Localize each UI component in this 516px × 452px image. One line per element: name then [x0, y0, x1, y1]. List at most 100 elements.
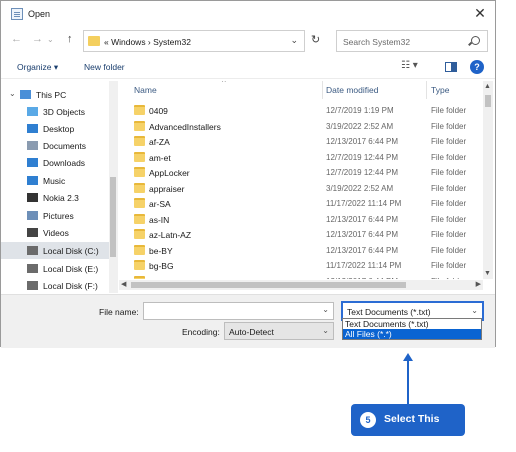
new-folder-button[interactable]: New folder — [84, 62, 125, 72]
scroll-up-icon[interactable]: ▲ — [484, 83, 491, 90]
folder-icon — [134, 229, 145, 239]
computer-icon — [20, 90, 31, 99]
navigation-bar: ← → ⌄ ↑ « Windows › System32 ⌄ ↻ Search … — [1, 28, 495, 56]
sidebar-item[interactable]: ⌄ This PC — [1, 86, 109, 103]
breadcrumb[interactable]: « Windows › System32 — [104, 37, 191, 47]
file-name-input[interactable]: ⌄ — [143, 302, 334, 320]
encoding-select[interactable]: Auto-Detect ⌄ — [224, 322, 334, 340]
chevron-down-icon[interactable]: ⌄ — [471, 306, 478, 315]
sort-ascending-icon: ^ — [222, 81, 226, 87]
step-number-badge: 5 — [360, 412, 376, 428]
preview-pane-icon[interactable] — [445, 62, 457, 72]
folder-icon — [88, 36, 100, 46]
file-type: File folder — [431, 152, 467, 162]
pictures-icon — [27, 211, 38, 220]
chevron-down-icon[interactable]: ⌄ — [322, 305, 329, 314]
file-date: 11/17/2022 11:14 PM — [326, 199, 402, 208]
file-name-label: File name: — [99, 307, 139, 317]
scroll-left-icon[interactable]: ◀ — [121, 280, 126, 288]
file-date: 12/7/2019 12:44 PM — [326, 168, 399, 177]
file-row[interactable]: AppLocker 12/7/2019 12:44 PM File folder — [119, 165, 483, 181]
back-icon[interactable]: ← — [11, 33, 22, 45]
folder-icon — [134, 120, 145, 131]
view-options-icon[interactable]: ☷ ▾ — [401, 60, 418, 71]
file-list-horizontal-scrollbar[interactable]: ◀ ▶ — [119, 280, 483, 290]
vertical-scroll-thumb[interactable] — [485, 95, 491, 107]
file-date: 12/13/2017 6:44 PM — [326, 230, 399, 239]
drive-icon — [27, 246, 38, 255]
close-button[interactable]: ✕ — [469, 3, 491, 23]
sidebar-item-label: 3D Objects — [43, 107, 86, 117]
sidebar-item[interactable]: Local Disk (E:) — [1, 260, 109, 277]
folder-icon — [134, 260, 145, 270]
column-header-date[interactable]: Date modified — [326, 81, 378, 99]
sidebar-item[interactable]: 3D Objects — [1, 103, 109, 120]
file-row[interactable]: bg-BG 11/17/2022 11:14 PM File folder — [119, 258, 483, 274]
file-type: File folder — [431, 137, 467, 146]
scroll-down-icon[interactable]: ▼ — [484, 270, 491, 277]
sidebar-item[interactable]: Nokia 2.3 — [1, 189, 109, 206]
address-bar[interactable]: « Windows › System32 ⌄ — [83, 30, 305, 52]
file-row[interactable]: AdvancedInstallers 3/19/2022 2:52 AM File … — [119, 119, 483, 135]
recent-dropdown-icon[interactable]: ⌄ — [47, 35, 54, 44]
file-row[interactable]: af-ZA 12/13/2017 6:44 PM File folder — [119, 134, 483, 150]
file-list: Name ^ Date modified Type 0409 12/7/2019 … — [119, 81, 483, 279]
up-icon[interactable]: ↑ — [67, 33, 73, 45]
sidebar-item[interactable]: Local Disk (F:) — [1, 277, 109, 294]
file-row[interactable]: am-et 12/7/2019 12:44 PM File folder — [119, 150, 483, 166]
chevron-down-icon[interactable]: ⌄ — [9, 89, 16, 98]
sidebar-item[interactable]: Pictures — [1, 207, 109, 224]
folder-icon — [134, 213, 145, 224]
column-divider[interactable] — [322, 81, 323, 99]
file-row[interactable]: ar-SA 11/17/2022 11:14 PM File folder — [119, 196, 483, 212]
file-name: af-ZA — [149, 137, 170, 147]
navigation-pane: ⌄ This PC 3D Objects Desktop Documents Downlo… — [1, 81, 109, 293]
search-icon[interactable] — [471, 36, 480, 45]
search-input[interactable]: Search System32 — [336, 30, 488, 52]
file-date: 3/19/2022 2:52 AM — [326, 121, 394, 131]
horizontal-scroll-thumb[interactable] — [131, 282, 406, 288]
refresh-icon[interactable]: ↻ — [311, 33, 320, 46]
organize-button[interactable]: Organize ▾ — [17, 62, 58, 73]
file-date: 12/13/2017 6:44 PM — [326, 245, 399, 255]
file-type-option-all-files[interactable]: All Files (*.*) — [343, 329, 481, 339]
sidebar-item[interactable]: Local Disk (C:) — [1, 242, 109, 259]
search-placeholder: Search System32 — [343, 37, 411, 47]
chevron-down-icon[interactable]: ⌄ — [290, 35, 298, 46]
file-type: File folder — [431, 230, 467, 239]
file-row[interactable]: az-Latn-AZ 12/13/2017 6:44 PM File folder — [119, 227, 483, 243]
file-type: File folder — [431, 199, 467, 208]
callout-text: Select This — [384, 413, 440, 425]
file-row[interactable]: as-IN 12/13/2017 6:44 PM File folder — [119, 212, 483, 228]
arrow-shaft — [407, 359, 409, 405]
sidebar-item[interactable]: Music — [1, 172, 109, 189]
sidebar-item[interactable]: Desktop — [1, 120, 109, 137]
file-row[interactable]: 0409 12/7/2019 1:19 PM File folder — [119, 103, 483, 119]
help-icon[interactable]: ? — [470, 60, 484, 74]
file-type-value: Text Documents (*.txt) — [347, 307, 431, 317]
column-header-type[interactable]: Type — [431, 81, 449, 99]
chevron-down-icon[interactable]: ⌄ — [322, 326, 329, 335]
document-icon — [27, 141, 38, 150]
file-row[interactable]: appraiser 3/19/2022 2:52 AM File folder — [119, 181, 483, 197]
column-divider[interactable] — [426, 81, 427, 99]
file-type: File folder — [431, 245, 467, 255]
sidebar-item[interactable]: Downloads — [1, 154, 109, 171]
sidebar-item[interactable]: Documents — [1, 137, 109, 154]
sidebar-scroll-thumb[interactable] — [110, 177, 116, 257]
file-row[interactable]: bn-BD 12/13/2017 6:44 PM File folder — [119, 274, 483, 279]
file-list-vertical-scrollbar[interactable]: ▲ ▼ — [483, 81, 493, 279]
sidebar-item-label: Pictures — [43, 211, 74, 221]
column-header-name[interactable]: Name — [134, 81, 157, 99]
title-bar: Open ✕ — [1, 1, 495, 27]
sidebar-scrollbar[interactable] — [109, 81, 118, 293]
sidebar-item[interactable]: Videos — [1, 224, 109, 241]
file-row[interactable]: be-BY 12/13/2017 6:44 PM File folder — [119, 243, 483, 259]
forward-icon[interactable]: → — [32, 33, 43, 45]
scroll-right-icon[interactable]: ▶ — [476, 280, 481, 288]
file-date: 12/13/2017 6:44 PM — [326, 214, 399, 224]
sidebar-item-label: Desktop — [43, 124, 75, 134]
cube-icon — [27, 107, 38, 116]
file-type-option-txt[interactable]: Text Documents (*.txt) — [343, 319, 481, 329]
desktop-icon — [27, 124, 38, 133]
